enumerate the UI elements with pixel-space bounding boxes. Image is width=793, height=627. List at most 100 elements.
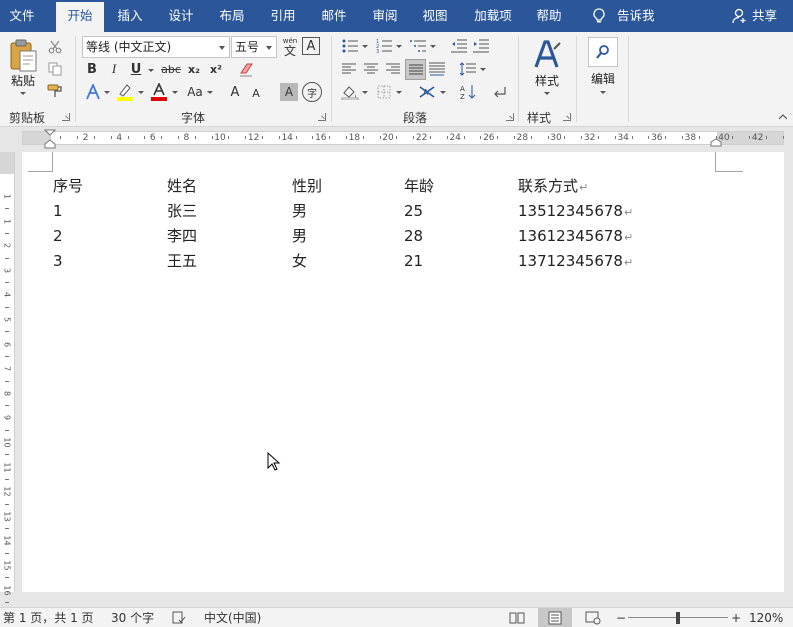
borders-dropdown-icon[interactable] xyxy=(396,91,402,94)
italic-button[interactable]: I xyxy=(105,60,123,78)
grow-font-button[interactable]: A xyxy=(226,82,244,102)
zoom-in-button[interactable]: + xyxy=(731,608,741,627)
shrink-font-button[interactable]: A xyxy=(248,84,264,102)
horizontal-ruler[interactable]: 2 4 6 8 10 12 14 16 18 20 22 24 26 28 30 32 34 36 38 40 42 xyxy=(0,127,793,149)
clear-formatting-icon[interactable] xyxy=(236,60,258,78)
chinese-layout-icon[interactable]: A xyxy=(416,82,438,102)
font-color-icon[interactable] xyxy=(149,82,169,102)
format-painter-icon[interactable] xyxy=(46,82,64,100)
numbering-icon[interactable]: 123 xyxy=(374,37,394,55)
line-spacing-icon[interactable] xyxy=(458,60,478,78)
vertical-ruler-tick xyxy=(5,282,9,284)
paste-icon[interactable] xyxy=(6,38,40,74)
tab-layout[interactable]: 布局 xyxy=(210,0,254,32)
language-indicator[interactable]: 中文(中国) xyxy=(204,608,261,627)
styles-dropdown-icon[interactable] xyxy=(544,92,550,95)
change-case-dropdown-icon[interactable] xyxy=(207,91,213,94)
styles-gallery-icon[interactable] xyxy=(530,38,564,70)
tab-mailings[interactable]: 邮件 xyxy=(312,0,356,32)
indent-marker-icon[interactable] xyxy=(44,129,56,149)
tab-addins[interactable]: 加载项 xyxy=(468,0,518,32)
tab-review[interactable]: 审阅 xyxy=(363,0,407,32)
bold-button[interactable]: B xyxy=(83,60,101,78)
bullets-dropdown-icon[interactable] xyxy=(362,45,368,48)
strikethrough-button[interactable]: abc xyxy=(158,60,184,78)
clipboard-launcher-icon[interactable] xyxy=(62,113,70,121)
proofing-icon[interactable] xyxy=(172,611,186,625)
zoom-slider-handle[interactable] xyxy=(676,612,680,624)
document-area[interactable]: 序号 姓名 性别 年龄 联系方式↵ 1 张三 男 25 13512345678↵… xyxy=(15,149,793,607)
vertical-ruler-number: 4 xyxy=(2,292,12,298)
editing-dropdown-icon[interactable] xyxy=(600,91,606,94)
align-right-icon[interactable] xyxy=(384,60,402,78)
vertical-ruler[interactable]: 1 1 2 3 4 5 6 7 8 9 10 11 12 13 14 15 16 xyxy=(0,152,15,603)
align-left-icon[interactable] xyxy=(340,60,358,78)
print-layout-icon[interactable] xyxy=(538,608,572,627)
align-center-icon[interactable] xyxy=(362,60,380,78)
vertical-ruler-tick xyxy=(5,429,9,431)
cut-icon[interactable] xyxy=(46,38,64,56)
character-shading-button[interactable]: A xyxy=(280,83,298,101)
highlight-icon[interactable] xyxy=(115,82,135,102)
word-count[interactable]: 30 个字 xyxy=(111,608,154,627)
ruler-tick xyxy=(178,136,179,139)
vertical-ruler-number: 16 xyxy=(2,585,12,596)
tab-references[interactable]: 引用 xyxy=(261,0,305,32)
font-color-dropdown-icon[interactable] xyxy=(172,91,178,94)
tab-home[interactable]: 开始 xyxy=(56,2,104,32)
paste-dropdown-icon[interactable] xyxy=(20,92,26,95)
font-name-combo[interactable]: 等线 (中文正文) xyxy=(82,36,230,58)
tab-file[interactable]: 文件 xyxy=(0,0,44,32)
increase-indent-icon[interactable] xyxy=(472,37,490,55)
subscript-button[interactable]: x₂ xyxy=(184,60,204,78)
web-layout-icon[interactable] xyxy=(585,611,601,625)
borders-icon[interactable] xyxy=(374,82,394,102)
editing-button-label[interactable]: 编辑 xyxy=(586,70,620,87)
change-case-button[interactable]: Aa xyxy=(183,82,207,102)
paragraph-launcher-icon[interactable] xyxy=(506,113,514,121)
superscript-button[interactable]: x² xyxy=(206,60,226,78)
zoom-level[interactable]: 120% xyxy=(749,608,783,627)
enclose-characters-button[interactable]: 字 xyxy=(302,82,322,102)
svg-text:Z: Z xyxy=(460,93,465,100)
multilevel-list-icon[interactable] xyxy=(408,37,428,55)
styles-launcher-icon[interactable] xyxy=(563,113,571,121)
sort-icon[interactable]: AZ xyxy=(458,82,478,102)
ruler-tick xyxy=(346,136,347,139)
distributed-icon[interactable] xyxy=(428,60,446,78)
grow-font-label: A xyxy=(230,84,240,100)
character-border-button[interactable]: A xyxy=(302,37,320,55)
tab-insert[interactable]: 插入 xyxy=(108,0,152,32)
collapse-ribbon-icon[interactable] xyxy=(778,112,788,122)
text-effects-dropdown-icon[interactable] xyxy=(104,91,110,94)
multilevel-dropdown-icon[interactable] xyxy=(430,45,436,48)
line-spacing-dropdown-icon[interactable] xyxy=(480,68,486,71)
text-effects-icon[interactable] xyxy=(84,82,102,102)
underline-dropdown-icon[interactable] xyxy=(148,69,154,72)
read-mode-icon[interactable] xyxy=(509,611,525,625)
zoom-out-button[interactable]: − xyxy=(616,608,626,627)
font-size-combo[interactable]: 五号 xyxy=(231,36,277,58)
numbering-dropdown-icon[interactable] xyxy=(396,45,402,48)
highlight-dropdown-icon[interactable] xyxy=(138,91,144,94)
bullets-icon[interactable] xyxy=(340,37,360,55)
phonetic-guide-button[interactable]: wén 文 xyxy=(280,35,300,59)
copy-icon[interactable] xyxy=(46,60,64,78)
document-page[interactable]: 序号 姓名 性别 年龄 联系方式↵ 1 张三 男 25 13512345678↵… xyxy=(22,152,784,592)
shading-dropdown-icon[interactable] xyxy=(362,91,368,94)
underline-button[interactable]: U xyxy=(127,60,145,78)
font-launcher-icon[interactable] xyxy=(318,113,326,121)
decrease-indent-icon[interactable] xyxy=(450,37,468,55)
find-icon[interactable] xyxy=(588,37,618,67)
justify-icon[interactable] xyxy=(405,59,426,80)
tab-design[interactable]: 设计 xyxy=(159,0,203,32)
page-count[interactable]: 第 1 页，共 1 页 xyxy=(3,608,94,627)
shading-icon[interactable] xyxy=(340,82,360,102)
chinese-layout-dropdown-icon[interactable] xyxy=(440,91,446,94)
tab-view[interactable]: 视图 xyxy=(413,0,457,32)
right-indent-marker-icon[interactable] xyxy=(710,138,722,147)
tab-help[interactable]: 帮助 xyxy=(527,0,571,32)
ruler-number: 6 xyxy=(149,133,156,143)
ruler-tick xyxy=(698,136,700,139)
show-marks-icon[interactable] xyxy=(490,82,510,102)
